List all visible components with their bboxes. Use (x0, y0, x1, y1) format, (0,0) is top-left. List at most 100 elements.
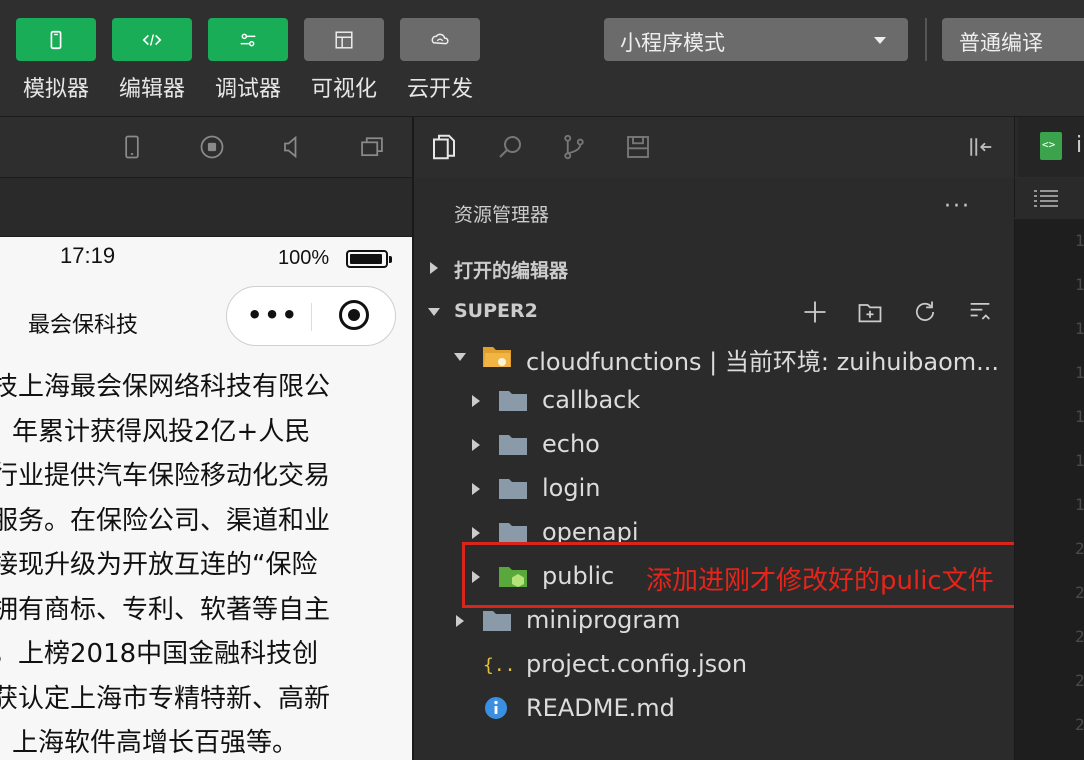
compile-select-value: 普通编译 (959, 31, 1043, 55)
chevron-right-icon (430, 262, 438, 274)
json-icon: {..} (483, 655, 512, 676)
tree-item-login[interactable]: login (414, 467, 1014, 511)
editor-toggle-button[interactable]: 编辑器 (112, 18, 192, 103)
open-editors-label: 打开的编辑器 (454, 260, 569, 282)
explorer-title: 资源管理器 (454, 204, 550, 226)
chevron-down-icon (454, 353, 466, 361)
visual-label: 可视化 (310, 77, 377, 102)
project-label: SUPER2 (454, 300, 538, 322)
info-icon (485, 697, 507, 719)
article-line: 服务。在保险公司、渠道和业 (0, 505, 331, 536)
device-icon[interactable] (116, 131, 148, 163)
line-number: 1 (1075, 451, 1084, 470)
battery-percent: 100% (278, 247, 330, 269)
mode-select[interactable]: 小程序模式 (604, 18, 908, 61)
status-time: 17:19 (60, 243, 116, 268)
tree-item-cloudfunctions[interactable]: cloudfunctions | 当前环境: zuihuibaom... (414, 335, 1014, 379)
folder-icon (483, 611, 511, 631)
article-line: 技上海最会保网络科技有限公 (0, 372, 331, 402)
line-number: 2 (1075, 583, 1084, 602)
close-target-icon[interactable] (339, 300, 369, 330)
tree-item-echo[interactable]: echo (414, 423, 1014, 467)
html-file-icon (1040, 132, 1062, 160)
collapse-all-icon[interactable] (965, 297, 995, 327)
article-line: 行业提供汽车保险移动化交易 (0, 461, 331, 491)
tree-item-project-config[interactable]: {..} project.config.json (414, 643, 1014, 687)
article-line: 拥有商标、专利、软著等自主 (0, 594, 331, 625)
compile-select[interactable]: 普通编译 (942, 18, 1084, 61)
article-text: 技上海最会保网络科技有限公 年累计获得风投2亿+人民 行业提供汽车保险移动化交易… (0, 365, 412, 760)
cloud-icon (400, 18, 480, 61)
line-number: 2 (1075, 627, 1084, 646)
outline-list-icon[interactable] (1033, 188, 1059, 208)
simulator-label: 模拟器 (22, 77, 89, 102)
line-number: 2 (1075, 539, 1084, 558)
search-icon[interactable] (492, 129, 528, 165)
explorer-panel: 资源管理器 ··· 打开的编辑器 SUPER2 cloudfunctions |… (414, 178, 1014, 760)
debugger-label: 调试器 (214, 77, 281, 102)
volume-icon[interactable] (276, 131, 308, 163)
save-icon[interactable] (620, 129, 656, 165)
article-line: 上海软件高增长百强等。 (12, 728, 299, 758)
editor-body[interactable]: 1 1 1 1 1 1 1 2 2 2 2 2 (1014, 219, 1084, 760)
refresh-icon[interactable] (910, 297, 940, 327)
project-section[interactable]: SUPER2 (414, 290, 1014, 334)
line-number: 1 (1075, 231, 1084, 250)
open-editors-section[interactable]: 打开的编辑器 (414, 246, 1014, 290)
files-icon[interactable] (426, 129, 462, 165)
chevron-down-icon (874, 37, 886, 44)
tree-item-label: miniprogram (526, 606, 681, 634)
new-file-icon[interactable] (800, 297, 830, 327)
cloud-folder-icon (483, 347, 511, 367)
stop-icon[interactable] (196, 131, 228, 163)
tree-item-callback[interactable]: callback (414, 379, 1014, 423)
new-folder-icon[interactable] (855, 297, 885, 327)
page-title: 最会保科技 (28, 313, 139, 338)
code-icon (112, 18, 192, 61)
layout-icon (304, 18, 384, 61)
article-line: 年累计获得风投2亿+人民 (12, 416, 311, 447)
editor-tab[interactable]: i (1018, 117, 1084, 177)
line-number: 1 (1075, 319, 1084, 338)
source-control-icon[interactable] (556, 129, 592, 165)
tree-item-label: project.config.json (526, 650, 748, 678)
line-number-gutter: 1 1 1 1 1 1 1 2 2 2 2 2 (1075, 219, 1084, 747)
collapse-panel-icon[interactable] (962, 129, 998, 165)
activity-bar (414, 117, 1014, 177)
debugger-toggle-button[interactable]: 调试器 (208, 18, 288, 103)
phone-screen: 17:19 100% 最会保科技 ••• 技上海最会保网络科技有限公 年累计获得… (0, 237, 412, 760)
line-number: 2 (1075, 715, 1084, 734)
toolbar-divider (925, 18, 927, 61)
visual-toggle-button[interactable]: 可视化 (304, 18, 384, 103)
folder-icon (499, 435, 527, 455)
folder-icon (499, 479, 527, 499)
editor-breadcrumb (1014, 178, 1084, 218)
article-line: 接现升级为开放互连的“保险 (0, 550, 318, 580)
line-number: 1 (1075, 275, 1084, 294)
capsule-divider (311, 303, 312, 331)
chevron-right-icon (472, 395, 480, 407)
chevron-down-icon (428, 308, 440, 316)
tree-item-readme[interactable]: README.md (414, 687, 1014, 731)
mode-select-value: 小程序模式 (620, 31, 725, 55)
top-toolbar: 模拟器 编辑器 调试器 可视化 云开发 小程序模式 普通编译 (0, 0, 1084, 117)
windows-icon[interactable] (356, 131, 388, 163)
battery-icon (346, 250, 392, 268)
tree-item-label: callback (542, 386, 641, 414)
folder-icon (499, 391, 527, 411)
more-actions-icon[interactable]: ··· (944, 194, 971, 219)
simulator-toggle-button[interactable]: 模拟器 (16, 18, 96, 103)
tree-item-label: README.md (526, 694, 675, 722)
more-dots-icon[interactable]: ••• (247, 301, 299, 329)
chevron-right-icon (456, 615, 464, 627)
editor-tab-label: i (1076, 133, 1083, 158)
tree-item-label: echo (542, 430, 600, 458)
chevron-right-icon (472, 483, 480, 495)
phone-icon (16, 18, 96, 61)
cloud-dev-button[interactable]: 云开发 (400, 18, 480, 103)
article-line: 获认定上海市专精特新、高新 (0, 683, 331, 714)
tree-item-label: login (542, 474, 601, 502)
capsule-menu[interactable]: ••• (226, 286, 396, 346)
svg-text:{..}: {..} (483, 655, 512, 676)
line-number: 1 (1075, 363, 1084, 382)
